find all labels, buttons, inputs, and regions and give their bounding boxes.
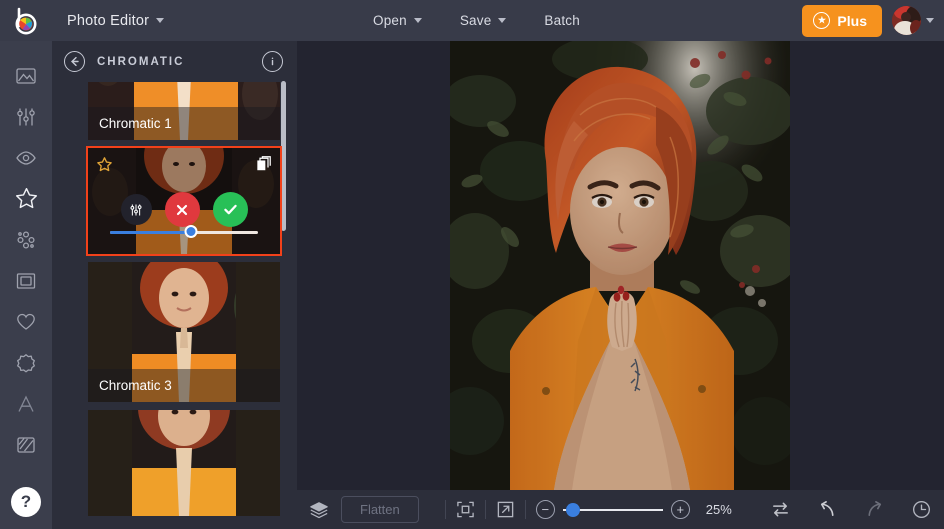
save-button[interactable]: Save xyxy=(447,6,520,35)
avatar xyxy=(892,6,921,35)
bottom-bar: Flatten − + 25% xyxy=(297,490,944,529)
edited-photo[interactable] xyxy=(450,41,790,490)
divider xyxy=(485,500,486,519)
panel-header: CHROMATIC xyxy=(52,41,297,82)
preset-card[interactable]: Chromatic 1 xyxy=(88,82,280,140)
card-top-row xyxy=(88,148,280,178)
top-center-actions: Open Save Batch xyxy=(360,0,593,41)
preset-list[interactable]: Chromatic 1 xyxy=(52,82,297,529)
account-menu[interactable] xyxy=(892,6,934,35)
layers-stack-icon[interactable] xyxy=(309,500,329,520)
sidebar-item-edit[interactable] xyxy=(0,96,52,137)
slider-fill xyxy=(110,231,191,234)
zoom-out-button[interactable]: − xyxy=(536,500,555,519)
sidebar-item-textures[interactable] xyxy=(0,424,52,465)
batch-button[interactable]: Batch xyxy=(531,6,593,35)
preset-panel: CHROMATIC xyxy=(52,41,297,529)
save-label: Save xyxy=(460,13,492,28)
logo-container[interactable] xyxy=(0,0,52,41)
open-button[interactable]: Open xyxy=(360,6,435,35)
zoom-in-button[interactable]: + xyxy=(671,500,690,519)
sidebar-item-graphics[interactable] xyxy=(0,342,52,383)
help-button[interactable]: ? xyxy=(11,487,41,517)
flatten-button[interactable]: Flatten xyxy=(341,496,419,523)
preset-card-selected[interactable] xyxy=(88,148,280,254)
photo-editor-app: Photo Editor Open Save Batch ★ Plus xyxy=(0,0,944,529)
zoom-slider-handle[interactable] xyxy=(566,503,580,517)
top-bar: Photo Editor Open Save Batch ★ Plus xyxy=(0,0,944,41)
canvas-area[interactable] xyxy=(297,41,944,490)
divider xyxy=(525,500,526,519)
star-circle-icon: ★ xyxy=(813,12,830,29)
app-title-dropdown[interactable]: Photo Editor xyxy=(58,8,173,34)
star-outline-icon[interactable] xyxy=(96,156,113,177)
fit-to-screen-icon[interactable] xyxy=(456,500,475,519)
app-title-label: Photo Editor xyxy=(67,13,149,29)
zoom-level-label: 25% xyxy=(706,502,748,517)
sidebar-item-image[interactable] xyxy=(0,55,52,96)
cancel-button[interactable] xyxy=(165,192,200,227)
sidebar-item-overlays[interactable] xyxy=(0,301,52,342)
plus-upgrade-button[interactable]: ★ Plus xyxy=(802,5,882,37)
copy-layers-icon[interactable] xyxy=(256,156,272,177)
sidebar-item-artsy[interactable] xyxy=(0,219,52,260)
sidebar-item-text[interactable] xyxy=(0,383,52,424)
befunky-logo-icon xyxy=(11,6,41,36)
preset-card[interactable]: Chromatic 3 xyxy=(88,262,280,402)
panel-title: CHROMATIC xyxy=(97,56,250,68)
chevron-down-icon xyxy=(414,18,422,23)
zoom-slider[interactable] xyxy=(563,503,663,517)
redo-arrow-icon[interactable] xyxy=(864,499,885,520)
chevron-down-icon xyxy=(926,18,934,23)
chevron-down-icon xyxy=(498,18,506,23)
compare-swap-icon[interactable] xyxy=(770,499,791,520)
sidebar-item-frames[interactable] xyxy=(0,260,52,301)
adjust-button[interactable] xyxy=(121,194,152,225)
sidebar-item-effects[interactable] xyxy=(0,178,52,219)
card-action-buttons xyxy=(88,192,280,227)
undo-arrow-icon[interactable] xyxy=(817,499,838,520)
top-right-actions: ★ Plus xyxy=(802,0,934,41)
expand-arrow-icon[interactable] xyxy=(496,500,515,519)
divider xyxy=(445,500,446,519)
batch-label: Batch xyxy=(544,13,580,28)
slider-handle[interactable] xyxy=(185,225,198,238)
sidebar-item-touchup[interactable] xyxy=(0,137,52,178)
panel-scrollbar[interactable] xyxy=(281,81,286,231)
history-clock-icon[interactable] xyxy=(911,499,932,520)
preset-card-label: Chromatic 3 xyxy=(88,369,280,402)
preset-strength-slider[interactable] xyxy=(110,225,258,239)
preset-card[interactable] xyxy=(88,410,280,516)
tool-rail: ? xyxy=(0,41,52,529)
info-icon[interactable] xyxy=(262,51,283,72)
chevron-down-icon xyxy=(156,18,164,23)
preset-thumbnail xyxy=(88,410,280,516)
back-arrow-icon[interactable] xyxy=(64,51,85,72)
open-label: Open xyxy=(373,13,407,28)
apply-button[interactable] xyxy=(213,192,248,227)
preset-card-label: Chromatic 1 xyxy=(88,107,280,140)
plus-label: Plus xyxy=(837,13,867,29)
